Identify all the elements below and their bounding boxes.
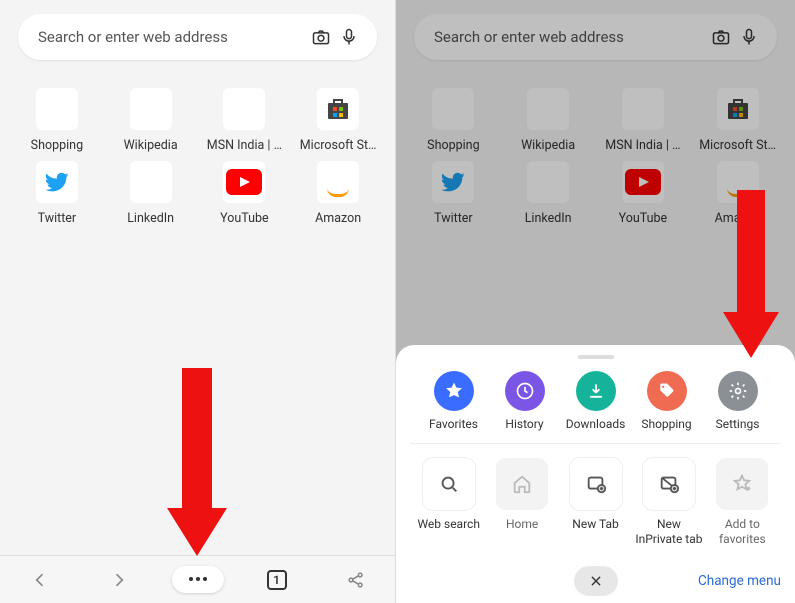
action-web-search[interactable]: Web search <box>412 458 485 547</box>
menu-sheet: Favorites History Downloads <box>396 345 795 603</box>
gear-icon <box>718 371 758 411</box>
camera-icon[interactable] <box>307 27 335 47</box>
tile-youtube[interactable]: YouTube <box>198 161 292 226</box>
tag-icon <box>647 371 687 411</box>
history-icon <box>505 371 545 411</box>
menu-favorites[interactable]: Favorites <box>420 371 488 431</box>
browser-home-left: Search or enter web address Shopping W W… <box>0 0 396 603</box>
youtube-icon <box>223 161 265 203</box>
menu-downloads[interactable]: Downloads <box>562 371 630 431</box>
close-sheet-button[interactable] <box>574 566 618 596</box>
action-label: Home <box>506 517 538 532</box>
tile-twitter[interactable]: Twitter <box>10 161 104 226</box>
twitter-icon <box>36 161 78 203</box>
action-add-favorite[interactable]: Add to favorites <box>706 458 779 547</box>
more-icon <box>172 566 224 593</box>
tab-count: 1 <box>267 570 287 590</box>
menu-label: Settings <box>716 417 760 431</box>
linkedin-icon: in <box>130 161 172 203</box>
menu-label: Favorites <box>429 417 478 431</box>
speed-dial-grid: Shopping W Wikipedia MSN India | … Micro… <box>0 70 395 226</box>
nav-back[interactable] <box>0 556 79 603</box>
nav-forward[interactable] <box>79 556 158 603</box>
menu-label: Shopping <box>641 417 691 431</box>
download-icon <box>576 371 616 411</box>
amazon-icon: a <box>317 161 359 203</box>
quick-row: Favorites History Downloads <box>410 365 781 444</box>
menu-label: History <box>505 417 543 431</box>
change-menu-link[interactable]: Change menu <box>698 573 781 589</box>
menu-shopping[interactable]: Shopping <box>633 371 701 431</box>
tile-label: Amazon <box>315 211 361 226</box>
menu-label: Downloads <box>566 417 626 431</box>
nav-share[interactable] <box>316 556 395 603</box>
tile-microsoft-store[interactable]: Microsoft St… <box>291 88 385 153</box>
bottom-nav: 1 <box>0 555 395 603</box>
tile-label: LinkedIn <box>127 211 174 226</box>
inprivate-icon <box>643 458 695 510</box>
tile-label: Microsoft St… <box>300 138 377 153</box>
action-label: Web search <box>417 517 479 532</box>
action-label: Add to favorites <box>706 517 779 547</box>
action-label: New InPrivate tab <box>632 517 705 547</box>
tile-msn[interactable]: MSN India | … <box>198 88 292 153</box>
sheet-handle[interactable] <box>578 355 614 359</box>
tile-label: YouTube <box>220 211 269 226</box>
wikipedia-icon: W <box>130 88 172 130</box>
action-home[interactable]: Home <box>485 458 558 547</box>
action-row: Web search Home New Tab <box>404 444 787 557</box>
star-add-icon <box>716 458 768 510</box>
search-placeholder: Search or enter web address <box>32 28 307 46</box>
action-label: New Tab <box>572 517 618 532</box>
menu-history[interactable]: History <box>491 371 559 431</box>
action-new-tab[interactable]: New Tab <box>559 458 632 547</box>
tag-icon <box>36 88 78 130</box>
search-icon <box>423 458 475 510</box>
newtab-icon <box>570 458 622 510</box>
tile-label: Twitter <box>38 211 77 226</box>
tile-wikipedia[interactable]: W Wikipedia <box>104 88 198 153</box>
search-bar[interactable]: Search or enter web address <box>18 14 377 60</box>
annotation-arrow <box>162 368 232 558</box>
home-icon <box>496 458 548 510</box>
microphone-icon[interactable] <box>335 27 363 47</box>
microsoft-store-icon <box>317 88 359 130</box>
sheet-footer: Change menu <box>396 559 795 603</box>
browser-home-right: Search or enter web address Shopping W W… <box>396 0 795 603</box>
action-inprivate[interactable]: New InPrivate tab <box>632 458 705 547</box>
tile-label: MSN India | … <box>207 138 282 153</box>
tile-label: Shopping <box>31 138 83 153</box>
nav-tabs[interactable]: 1 <box>237 556 316 603</box>
menu-settings[interactable]: Settings <box>704 371 772 431</box>
annotation-arrow <box>719 190 783 360</box>
msn-icon <box>223 88 265 130</box>
star-icon <box>434 371 474 411</box>
tile-linkedin[interactable]: in LinkedIn <box>104 161 198 226</box>
nav-more[interactable] <box>158 556 237 603</box>
tile-shopping[interactable]: Shopping <box>10 88 104 153</box>
tile-label: Wikipedia <box>124 138 178 153</box>
tile-amazon[interactable]: a Amazon <box>291 161 385 226</box>
